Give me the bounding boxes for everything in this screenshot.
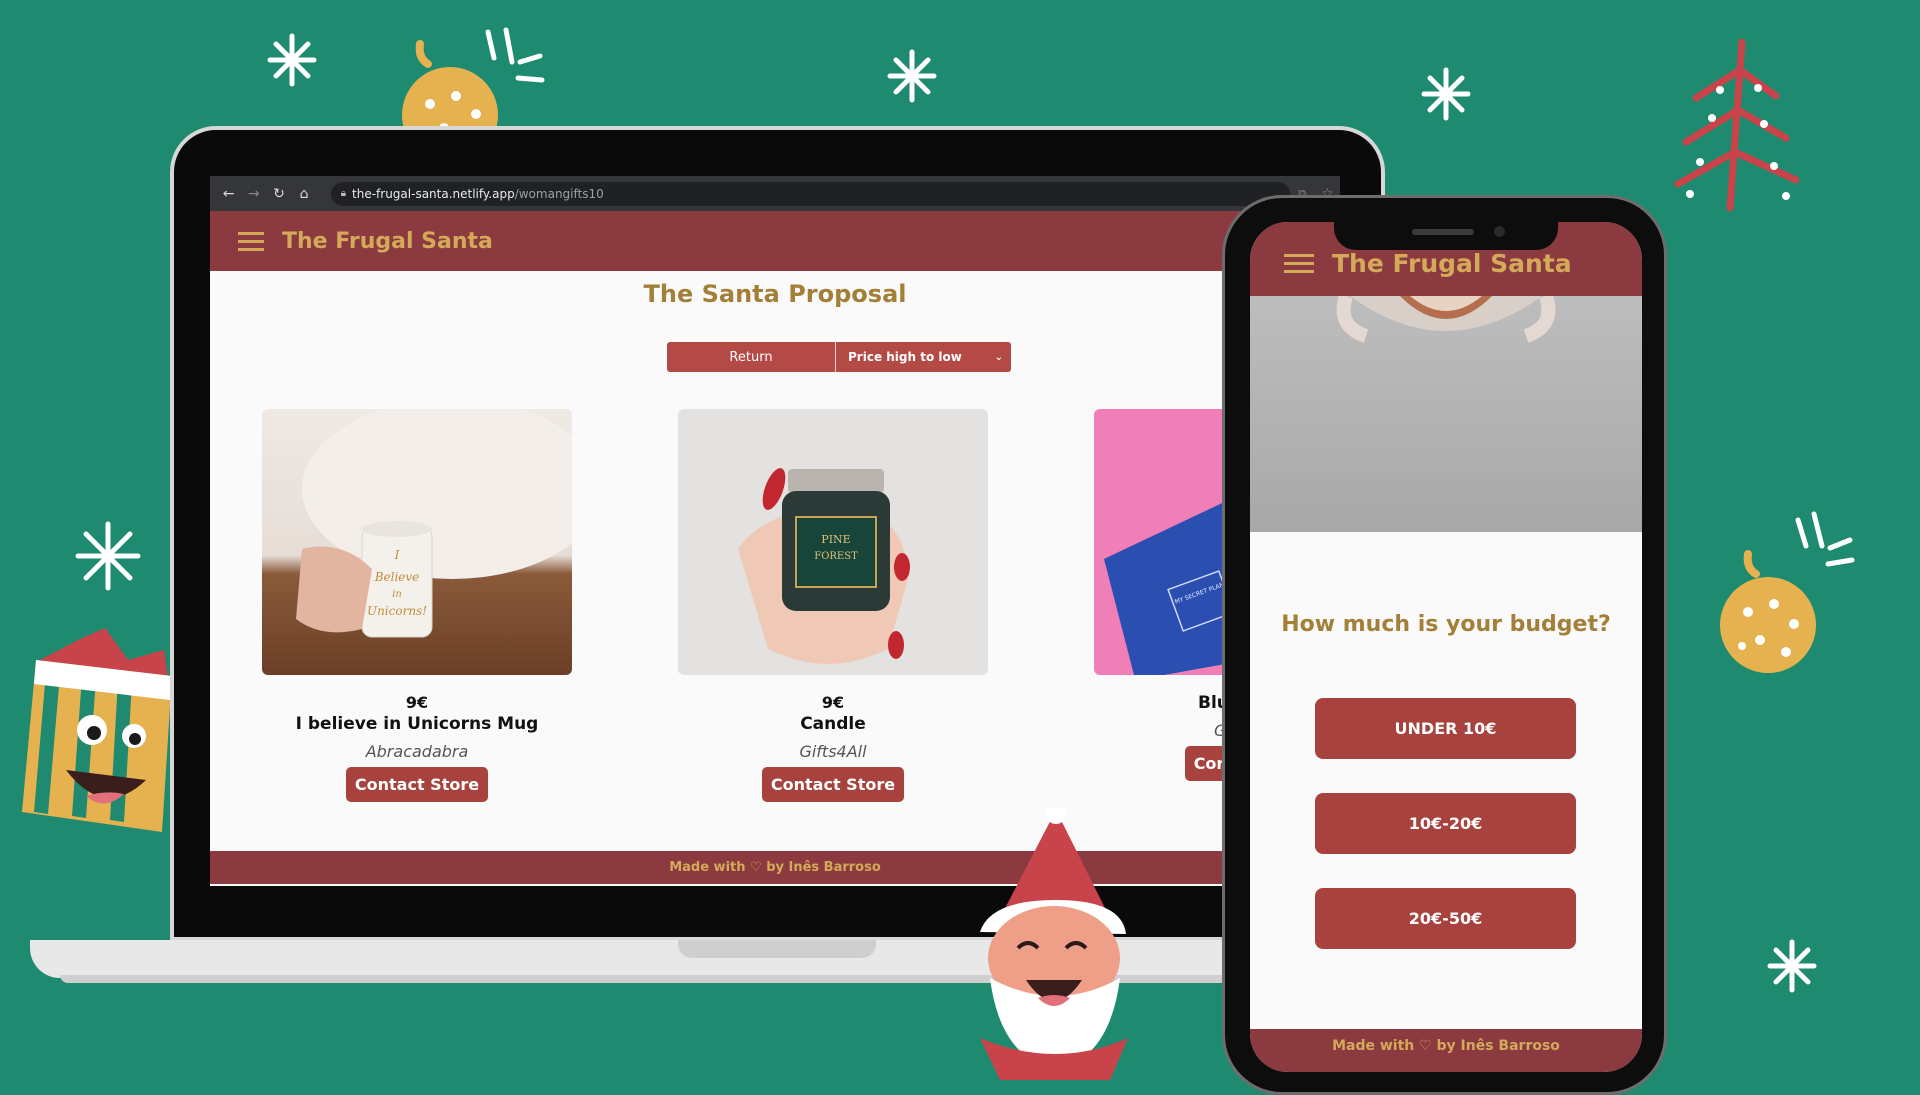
product-store: Abracadabra (365, 742, 469, 761)
page-title: The Santa Proposal (643, 280, 907, 308)
return-button[interactable]: Return (667, 342, 835, 372)
product-store: Gifts4All (799, 742, 867, 761)
product-price: 9€ (821, 693, 845, 712)
svg-text:FOREST: FOREST (814, 551, 858, 562)
site-title[interactable]: The Frugal Santa (282, 229, 493, 254)
budget-under-10-button[interactable]: UNDER 10€ (1315, 698, 1576, 759)
svg-text:Unicorns!: Unicorns! (367, 604, 427, 618)
svg-text:I: I (394, 548, 400, 562)
ornament-icon (1720, 550, 1816, 673)
address-bar[interactable]: 🔒︎ the-frugal-santa.netlify.app/womangif… (330, 181, 1290, 206)
product-card: I Believe in Unicorns! 9€ I believe in U… (262, 409, 572, 802)
phone-site-title[interactable]: The Frugal Santa (1332, 249, 1572, 278)
lock-icon: 🔒︎ (340, 188, 347, 199)
product-name: Candle (800, 714, 866, 734)
svg-text:Believe: Believe (374, 570, 420, 584)
product-price: 9€ (405, 693, 429, 712)
sort-select[interactable]: Price high to low ⌄ (835, 342, 1011, 372)
forward-icon[interactable]: → (241, 181, 266, 207)
product-name: I believe in Unicorns Mug (295, 714, 539, 734)
phone-speaker (1412, 229, 1474, 235)
hero-image (1250, 293, 1642, 532)
back-icon[interactable]: ← (216, 181, 241, 207)
sort-selected-label: Price high to low (848, 350, 962, 364)
url-domain: the-frugal-santa.netlify.app (352, 186, 515, 201)
laptop-screen: ← → ↻ ⌂ 🔒︎ the-frugal-santa.netlify.app /… (210, 176, 1340, 886)
contact-store-button[interactable]: Contact Store (761, 767, 905, 802)
product-card: PINE FOREST 9€ Candle Gifts4All Contact … (678, 409, 988, 802)
reload-icon[interactable]: ↻ (266, 181, 291, 207)
gift-box-icon (22, 628, 172, 832)
christmas-tree-icon (1674, 38, 1800, 212)
budget-question: How much is your budget? (1281, 612, 1611, 637)
hamburger-menu-icon[interactable] (1284, 249, 1314, 278)
chevron-down-icon: ⌄ (994, 351, 1003, 363)
svg-text:PINE: PINE (821, 533, 850, 546)
laptop-base-lip (60, 975, 1350, 983)
product-image: PINE FOREST (678, 409, 988, 675)
hamburger-menu-icon[interactable] (238, 227, 264, 256)
contact-store-button[interactable]: Contact Store (345, 767, 489, 802)
site-header: The Frugal Santa (210, 211, 1340, 271)
home-icon[interactable]: ⌂ (292, 181, 317, 207)
svg-text:in: in (392, 589, 402, 600)
budget-10-20-button[interactable]: 10€-20€ (1315, 793, 1576, 854)
url-path: /womangifts10 (514, 186, 604, 201)
phone-camera (1494, 226, 1505, 237)
site-footer: Made with ♡ by Inês Barroso (210, 851, 1340, 884)
phone-screen: The Frugal Santa How much is your budget… (1250, 222, 1642, 1072)
product-image: I Believe in Unicorns! (262, 409, 572, 675)
laptop-notch (678, 940, 876, 958)
phone-site-footer: Made with ♡ by Inês Barroso (1250, 1029, 1642, 1072)
browser-toolbar: ← → ↻ ⌂ 🔒︎ the-frugal-santa.netlify.app /… (210, 176, 1340, 211)
budget-20-50-button[interactable]: 20€-50€ (1315, 888, 1576, 949)
filter-controls: Return Price high to low ⌄ (667, 342, 1011, 372)
santa-illustration (980, 808, 1128, 1080)
